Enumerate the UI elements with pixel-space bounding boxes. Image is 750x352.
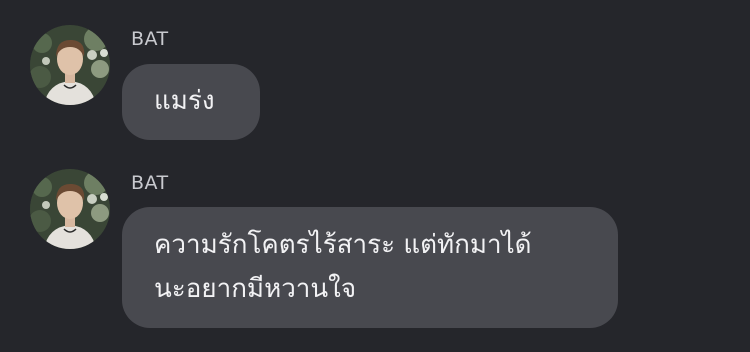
message-text-line-1: ความรักโคตรไร้สาระ แต่ทักมาได้ [154,230,532,260]
sender-name: BAT [131,28,169,50]
avatar[interactable] [30,169,110,249]
chat-message: BAT แมร่ง [0,0,750,150]
message-bubble[interactable]: ความรักโคตรไร้สาระ แต่ทักมาได้ นะอยากมีห… [122,207,618,328]
avatar[interactable] [30,25,110,105]
profile-photo-icon [30,25,110,105]
message-text: แมร่ง [154,86,215,116]
message-text-line-2: นะอยากมีหวานใจ [154,274,357,304]
profile-photo-icon [30,169,110,249]
sender-name: BAT [131,172,169,194]
chat-message: BAT ความรักโคตรไร้สาระ แต่ทักมาได้ นะอยา… [0,150,750,352]
message-bubble[interactable]: แมร่ง [122,64,260,140]
